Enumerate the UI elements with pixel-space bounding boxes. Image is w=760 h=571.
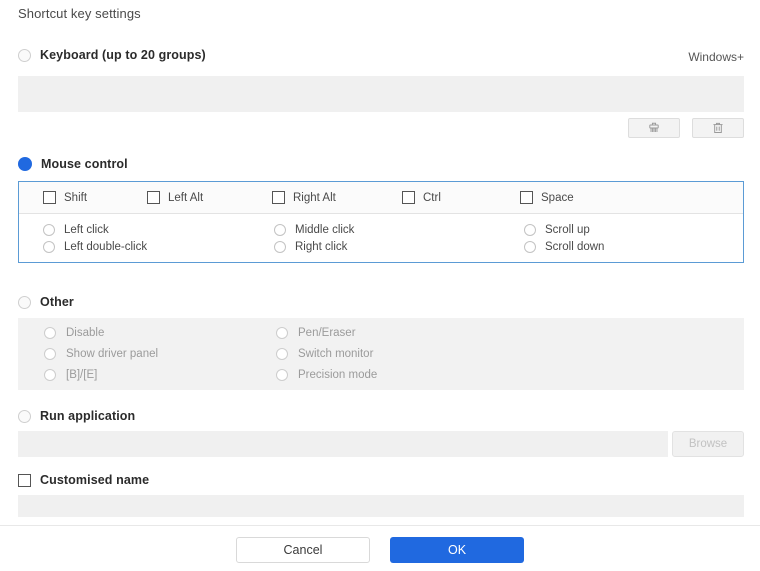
other-option-switch-monitor-label: Switch monitor [298,348,374,360]
mouse-control-radio[interactable] [18,157,32,171]
checkbox-space[interactable] [520,191,533,204]
modifier-ctrl-label: Ctrl [423,191,441,204]
mouse-action-left-click-label: Left click [64,224,109,236]
other-option-pen-eraser[interactable]: Pen/Eraser [276,327,576,339]
radio-brush-eraser[interactable] [44,369,56,381]
keyboard-input[interactable] [18,76,744,112]
modifier-left-alt-label: Left Alt [168,191,204,204]
trash-icon [711,121,725,135]
radio-left-click[interactable] [43,224,55,236]
mouse-action-scroll-down[interactable]: Scroll down [524,241,724,253]
modifier-space[interactable]: Space [520,191,640,204]
clear-shortcut-button[interactable] [628,118,680,138]
footer-divider [0,525,760,526]
other-option-brush-eraser[interactable]: [B]/[E] [44,369,276,381]
other-option-row[interactable]: Other [18,295,74,309]
mouse-control-label: Mouse control [41,157,128,171]
run-application-path-input[interactable] [18,431,668,457]
modifier-ctrl[interactable]: Ctrl [402,191,520,204]
modifier-right-alt-label: Right Alt [293,191,336,204]
modifier-right-alt[interactable]: Right Alt [272,191,402,204]
mouse-action-left-click[interactable]: Left click [43,224,274,236]
other-option-brush-eraser-label: [B]/[E] [66,369,98,381]
modifier-space-label: Space [541,191,574,204]
checkbox-right-alt[interactable] [272,191,285,204]
shortcut-key-settings-dialog: Shortcut key settings Keyboard (up to 20… [0,0,760,571]
mouse-action-scroll-up[interactable]: Scroll up [524,224,724,236]
other-option-show-driver-panel-label: Show driver panel [66,348,159,360]
modifier-keys-row: Shift Left Alt Right Alt Ctrl Space [19,182,743,214]
brush-icon [647,121,661,135]
checkbox-shift[interactable] [43,191,56,204]
mouse-actions-column-1: Left click Left double-click [19,224,274,253]
run-application-option-row[interactable]: Run application [18,409,135,423]
other-label: Other [40,295,74,309]
browse-button[interactable]: Browse [672,431,744,457]
radio-show-driver-panel[interactable] [44,348,56,360]
mouse-action-scroll-up-label: Scroll up [545,224,590,236]
other-option-precision-mode-label: Precision mode [298,369,378,381]
keyboard-radio[interactable] [18,48,31,62]
customised-name-checkbox[interactable] [18,473,31,487]
customised-name-label: Customised name [40,473,150,487]
mouse-actions-column-2: Middle click Right click [274,224,524,253]
run-application-label: Run application [40,409,136,423]
mouse-action-middle-click-label: Middle click [295,224,355,236]
radio-switch-monitor[interactable] [276,348,288,360]
radio-pen-eraser[interactable] [276,327,288,339]
other-option-disable-label: Disable [66,327,105,339]
radio-precision-mode[interactable] [276,369,288,381]
radio-scroll-down[interactable] [524,241,536,253]
page-title: Shortcut key settings [18,6,141,21]
radio-right-click[interactable] [274,241,286,253]
checkbox-ctrl[interactable] [402,191,415,204]
mouse-action-scroll-down-label: Scroll down [545,241,605,253]
other-option-precision-mode[interactable]: Precision mode [276,369,576,381]
keyboard-label: Keyboard (up to 20 groups) [40,48,206,62]
mouse-action-left-double-click-label: Left double-click [64,241,148,253]
mouse-action-right-click-label: Right click [295,241,348,253]
other-option-pen-eraser-label: Pen/Eraser [298,327,356,339]
mouse-control-option-row[interactable]: Mouse control [18,157,128,171]
checkbox-left-alt[interactable] [147,191,160,204]
mouse-action-middle-click[interactable]: Middle click [274,224,524,236]
other-option-disable[interactable]: Disable [44,327,276,339]
keyboard-actions [628,118,744,138]
delete-shortcut-button[interactable] [692,118,744,138]
customised-name-input[interactable] [18,495,744,517]
ok-button[interactable]: OK [390,537,524,563]
radio-scroll-up[interactable] [524,224,536,236]
other-option-switch-monitor[interactable]: Switch monitor [276,348,576,360]
radio-disable[interactable] [44,327,56,339]
mouse-actions-column-3: Scroll up Scroll down [524,224,724,253]
other-column-1: Disable Show driver panel [B]/[E] [18,327,276,381]
mouse-actions-row: Left click Left double-click Middle clic… [19,214,743,262]
other-radio[interactable] [18,295,31,309]
mouse-action-left-double-click[interactable]: Left double-click [43,241,274,253]
mouse-action-right-click[interactable]: Right click [274,241,524,253]
radio-middle-click[interactable] [274,224,286,236]
other-column-2: Pen/Eraser Switch monitor Precision mode [276,327,576,381]
keyboard-option-row[interactable]: Keyboard (up to 20 groups) [18,48,206,62]
radio-left-double-click[interactable] [43,241,55,253]
modifier-shift[interactable]: Shift [19,191,147,204]
cancel-button[interactable]: Cancel [236,537,370,563]
keyboard-modifier-hint: Windows+ [688,50,744,64]
other-option-show-driver-panel[interactable]: Show driver panel [44,348,276,360]
modifier-left-alt[interactable]: Left Alt [147,191,272,204]
customised-name-option-row[interactable]: Customised name [18,473,149,487]
other-panel: Disable Show driver panel [B]/[E] Pen/Er… [18,318,744,390]
run-application-radio[interactable] [18,409,31,423]
modifier-shift-label: Shift [64,191,88,204]
mouse-control-panel: Shift Left Alt Right Alt Ctrl Space Left… [18,181,744,263]
